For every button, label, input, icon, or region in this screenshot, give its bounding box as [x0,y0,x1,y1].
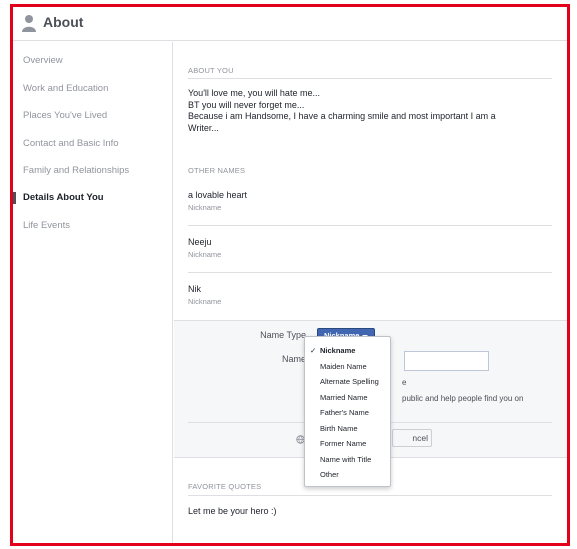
sidebar-item-life-events[interactable]: Life Events [23,220,70,231]
favorite-quote-text: Let me be your hero :) [188,506,277,516]
about-line: You'll love me, you will hate me... [188,88,320,98]
other-name-type: Nickname [188,297,222,306]
other-name-type: Nickname [188,250,222,259]
about-line: BT you will never forget me... [188,99,305,110]
check-icon: ✓ [310,346,317,355]
active-indicator [13,192,16,204]
other-name-value: Nik [188,284,201,294]
about-header: About [13,7,567,41]
name-type-dropdown: ✓ Nickname Maiden Name Alternate Spelling… [304,336,391,487]
option-label: Nickname [320,346,356,355]
dropdown-option-fathers-name[interactable]: Father's Name [305,406,390,420]
other-name-value: Neeju [188,237,212,247]
dropdown-option-former-name[interactable]: Former Name [305,437,390,451]
dropdown-option-maiden-name[interactable]: Maiden Name [305,360,390,374]
divider [188,225,552,226]
sidebar-item-work-education[interactable]: Work and Education [23,83,108,94]
page-title: About [43,14,84,30]
dropdown-option-nickname[interactable]: ✓ Nickname [305,344,390,358]
other-name-type: Nickname [188,203,222,212]
other-names-title: OTHER NAMES [188,166,246,175]
dropdown-option-birth-name[interactable]: Birth Name [305,422,390,436]
other-name-value: a lovable heart [188,190,248,200]
sidebar-item-details-about-you[interactable]: Details About You [23,192,104,203]
about-line: Writer... [188,122,219,133]
sidebar-item-family-relationships[interactable]: Family and Relationships [23,165,129,176]
dropdown-option-married-name[interactable]: Married Name [305,391,390,405]
dropdown-option-name-with-title[interactable]: Name with Title [305,453,390,467]
about-line: Because i am Handsome, I have a charming… [188,111,496,121]
name-label: Name [281,354,306,364]
divider [188,78,552,79]
name-input[interactable] [404,351,489,371]
divider [188,272,552,273]
favorite-quotes-title: FAVORITE QUOTES [188,482,262,491]
name-type-label: Name Type [260,330,306,340]
sidebar-item-contact-info[interactable]: Contact and Basic Info [23,138,119,149]
help-text-partial: public and help people find you on [402,394,524,403]
about-you-text: You'll love me, you will hate me... BT y… [188,88,518,134]
sidebar-item-overview[interactable]: Overview [23,55,63,66]
divider [188,495,552,496]
dropdown-option-other[interactable]: Other [305,468,390,482]
person-icon [22,15,36,32]
about-you-title: ABOUT YOU [188,66,234,75]
dropdown-option-alternate-spelling[interactable]: Alternate Spelling [305,375,390,389]
checkbox-label-partial: e [402,378,407,387]
cancel-button[interactable]: ncel [392,429,432,447]
about-sidebar: Overview Work and Education Places You'v… [13,42,173,543]
sidebar-item-places-lived[interactable]: Places You've Lived [23,110,107,121]
about-panel: About Overview Work and Education Places… [10,4,570,546]
